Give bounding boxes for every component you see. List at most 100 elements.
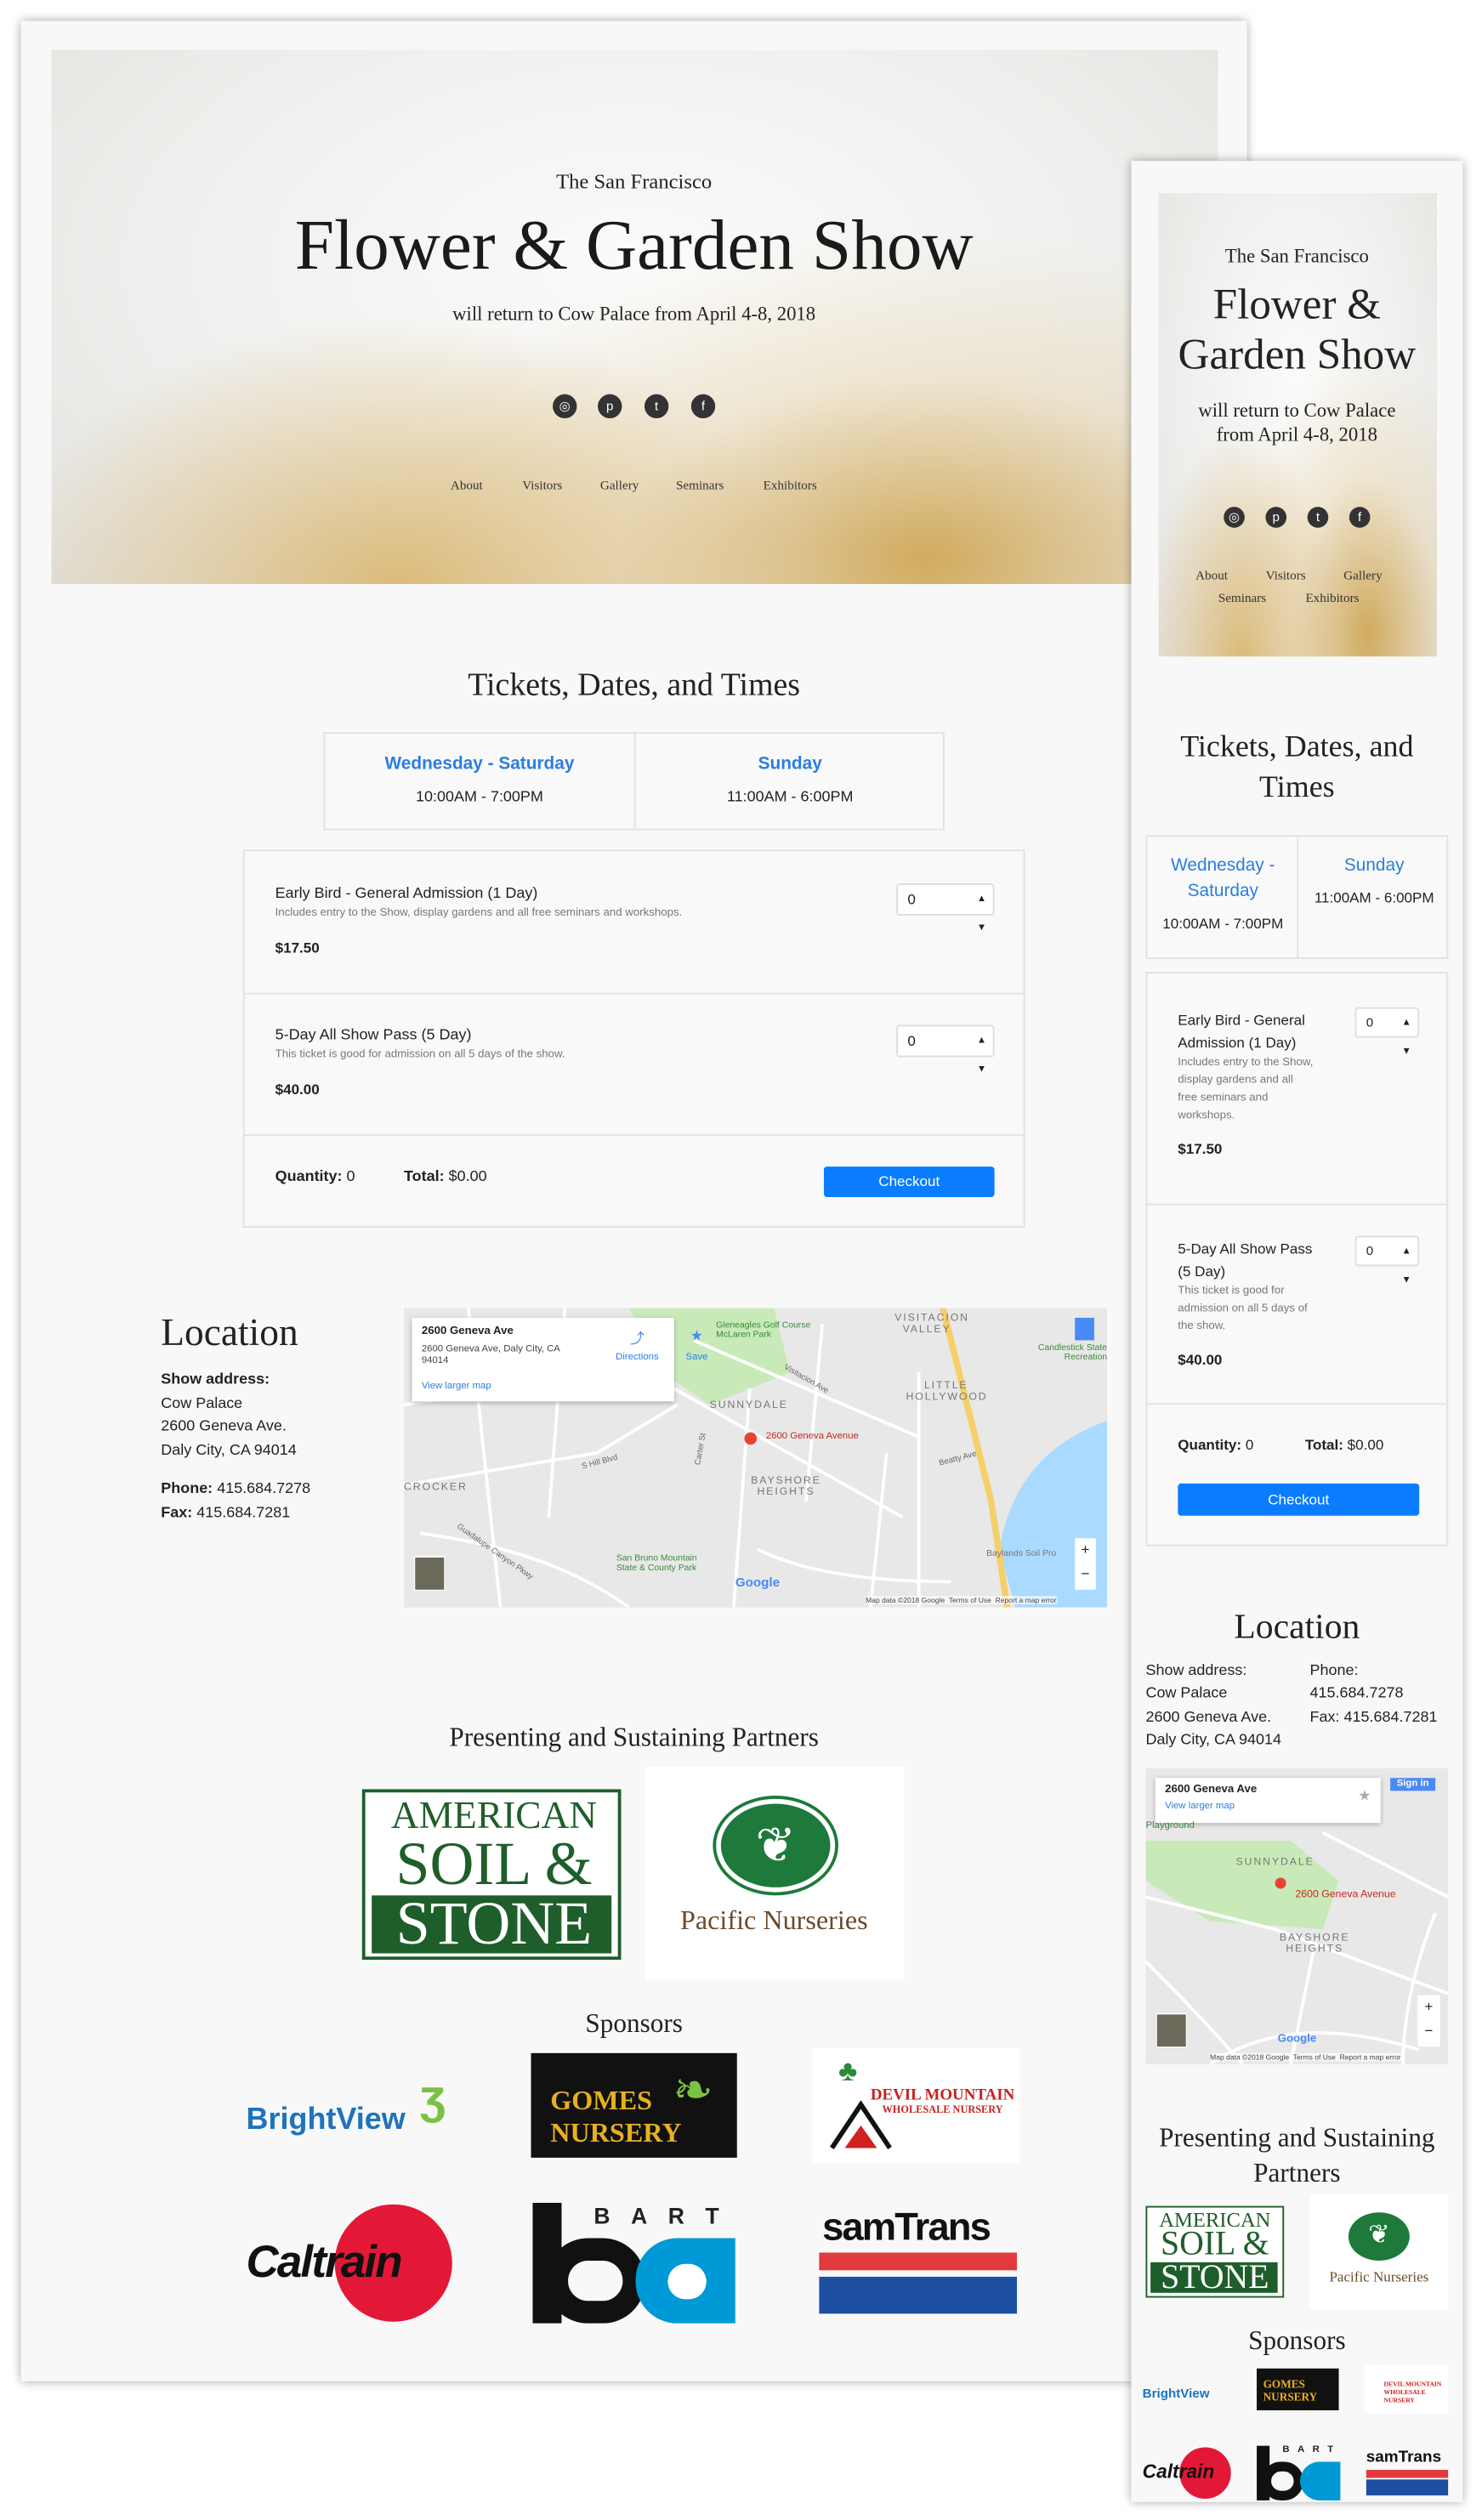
address-line: Daly City, CA 94014 bbox=[1145, 1731, 1282, 1749]
devil-mountain-logo[interactable]: ♣ DEVIL MOUNTAIN WHOLESALE NURSERY bbox=[812, 2048, 1020, 2163]
nav-about[interactable]: About bbox=[451, 478, 483, 492]
map-place-address: 2600 Geneva Ave, Daly City, CA 94014 bbox=[421, 1345, 560, 1366]
map-place-name: 2600 Geneva Ave bbox=[1165, 1784, 1258, 1796]
pinterest-icon[interactable]: p bbox=[1265, 507, 1287, 528]
ticket-desc: Includes entry to the Show, bbox=[1178, 1057, 1314, 1069]
logo-text: DEVIL MOUNTAIN bbox=[870, 2086, 1015, 2105]
facebook-icon[interactable]: f bbox=[1349, 507, 1371, 528]
ticket-name: Admission (1 Day) bbox=[1178, 1034, 1297, 1051]
twitter-icon[interactable]: t bbox=[1307, 507, 1329, 528]
select-value: 0 bbox=[1366, 1243, 1374, 1258]
save-star-icon[interactable]: ★ bbox=[1358, 1788, 1371, 1806]
map-pin-label: 2600 Geneva Avenue bbox=[765, 1432, 859, 1442]
caltrain-logo[interactable]: Caltrain bbox=[1143, 2447, 1231, 2500]
zoom-in-button[interactable]: + bbox=[1075, 1538, 1096, 1562]
dates-days: Sunday bbox=[1343, 855, 1405, 876]
tickets-box: Early Bird - General Admission (1 Day) I… bbox=[242, 849, 1025, 1228]
map-data-text: Map data ©2018 Google bbox=[866, 1596, 945, 1604]
logo-text: samTrans bbox=[822, 2209, 991, 2250]
devil-mountain-logo[interactable]: DEVIL MOUNTAIN WHOLESALE NURSERY bbox=[1364, 2364, 1449, 2414]
nav-seminars[interactable]: Seminars bbox=[1218, 591, 1266, 605]
logo-text: DEVIL MOUNTAIN bbox=[1383, 2380, 1442, 2388]
partners-heading: Presenting and Sustaining Partners bbox=[449, 1721, 819, 1752]
zoom-out-button[interactable]: − bbox=[1417, 2019, 1439, 2043]
report-link[interactable]: Report a map error bbox=[996, 1596, 1057, 1603]
nav-exhibitors[interactable]: Exhibitors bbox=[764, 478, 817, 492]
nav-visitors[interactable]: Visitors bbox=[522, 478, 562, 492]
pacific-nurseries-logo[interactable]: ❦ Pacific Nurseries bbox=[644, 1766, 905, 1981]
logo-text: BrightView bbox=[1142, 2386, 1210, 2401]
instagram-icon[interactable]: ◎ bbox=[553, 394, 577, 419]
partners-heading: Partners bbox=[1253, 2157, 1341, 2188]
pacific-nurseries-logo[interactable]: ❦ Pacific Nurseries bbox=[1309, 2194, 1449, 2309]
select-arrows-icon: ▲ ▼ bbox=[1401, 1018, 1411, 1058]
pinterest-icon[interactable]: p bbox=[598, 394, 622, 419]
leaf-icon: ❦ bbox=[716, 1798, 836, 1893]
map-data-text: Map data ©2018 Google bbox=[1210, 2052, 1290, 2062]
save-star-icon[interactable]: ★ bbox=[690, 1327, 703, 1345]
nav-gallery[interactable]: Gallery bbox=[1343, 568, 1382, 582]
facebook-icon[interactable]: f bbox=[690, 394, 716, 419]
brightview-logo[interactable]: BrightView bbox=[1143, 2372, 1233, 2408]
map-pin-icon[interactable]: ● bbox=[741, 1421, 759, 1455]
twitter-icon[interactable]: t bbox=[644, 394, 669, 419]
dates-hours: 11:00AM - 6:00PM bbox=[1314, 889, 1434, 906]
nav-exhibitors[interactable]: Exhibitors bbox=[1305, 591, 1359, 605]
logo-text: GOMES bbox=[550, 2085, 653, 2116]
logo-text: NURSERY bbox=[550, 2117, 682, 2148]
map-pin-icon[interactable]: ● bbox=[1273, 1870, 1288, 1899]
save-button[interactable]: Save bbox=[686, 1354, 708, 1363]
bart-logo[interactable]: BART bbox=[1257, 2445, 1341, 2500]
map-info-card: 2600 Geneva Ave View larger map ★ bbox=[1155, 1778, 1381, 1824]
caltrain-logo[interactable]: Caltrain bbox=[247, 2204, 454, 2322]
view-larger-map-link[interactable]: View larger map bbox=[422, 1382, 491, 1392]
ticket-quantity-select[interactable]: 0 ▲ ▼ bbox=[896, 883, 995, 934]
checkout-button[interactable]: Checkout bbox=[1178, 1483, 1420, 1516]
report-link[interactable]: Report a map error bbox=[1340, 2053, 1401, 2061]
ticket-name: 5-Day All Show Pass bbox=[1178, 1240, 1313, 1257]
map-label: CROCKER bbox=[404, 1481, 468, 1494]
sign-in-button[interactable]: Sign in bbox=[1390, 1778, 1436, 1791]
american-soil-stone-logo[interactable]: AMERICAN SOIL & STONE bbox=[361, 1789, 622, 1961]
gomes-nursery-logo[interactable]: GOMES NURSERY bbox=[1257, 2368, 1339, 2410]
terms-link[interactable]: Terms of Use bbox=[1293, 2053, 1336, 2061]
ticket-quantity-select[interactable]: 0 ▲ ▼ bbox=[896, 1024, 995, 1075]
american-soil-stone-logo[interactable]: AMERICAN SOIL & STONE bbox=[1145, 2205, 1285, 2298]
nav-visitors[interactable]: Visitors bbox=[1266, 568, 1306, 582]
street-view-pegman-icon[interactable] bbox=[1075, 1317, 1094, 1341]
samtrans-logo[interactable]: samTrans bbox=[819, 2209, 1018, 2314]
zoom-controls[interactable]: + − bbox=[1075, 1538, 1096, 1590]
ticket-quantity-select[interactable]: 0 ▲ ▼ bbox=[1354, 1235, 1420, 1286]
zoom-out-button[interactable]: − bbox=[1075, 1563, 1096, 1586]
fax-label: Fax: bbox=[161, 1503, 193, 1522]
nav-about[interactable]: About bbox=[1195, 568, 1228, 582]
bart-logo[interactable]: BART bbox=[532, 2202, 735, 2324]
gomes-nursery-logo[interactable]: GOMES NURSERY ❧ bbox=[531, 2052, 737, 2158]
ticket-quantity-select[interactable]: 0 ▲ ▼ bbox=[1354, 1007, 1420, 1057]
zoom-in-button[interactable]: + bbox=[1417, 1995, 1439, 2019]
logo-text: BART bbox=[593, 2202, 735, 2229]
brightview-logo[interactable]: BrightView ʒ bbox=[247, 2071, 456, 2143]
map-footer: Map data ©2018 Google Terms of Use Repor… bbox=[1210, 2052, 1401, 2062]
ticket-price: $17.50 bbox=[275, 939, 320, 956]
google-map[interactable]: 2600 Geneva Ave View larger map ★ Sign i… bbox=[1145, 1768, 1449, 2065]
instagram-icon[interactable]: ◎ bbox=[1224, 507, 1245, 528]
directions-icon[interactable]: ⤴ bbox=[630, 1327, 644, 1348]
phone-label: Phone: bbox=[1309, 1661, 1359, 1680]
checkout-button[interactable]: Checkout bbox=[823, 1166, 995, 1198]
hero-subtitle: will return to Cow Palace bbox=[1198, 399, 1396, 422]
ticket-name: 5-Day All Show Pass (5 Day) bbox=[275, 1026, 472, 1045]
hero-subtitle: will return to Cow Palace from April 4-8… bbox=[452, 302, 816, 326]
phone-label: Phone: bbox=[161, 1480, 213, 1498]
samtrans-logo[interactable]: samTrans bbox=[1366, 2450, 1449, 2496]
location-info: Show address: Cow Palace 2600 Geneva Ave… bbox=[161, 1370, 310, 1526]
view-larger-map-link[interactable]: View larger map bbox=[1165, 1802, 1235, 1812]
satellite-toggle[interactable] bbox=[1155, 2012, 1188, 2049]
google-map[interactable]: 2600 Geneva Ave 2600 Geneva Ave, Daly Ci… bbox=[404, 1308, 1108, 1608]
zoom-controls[interactable]: + − bbox=[1417, 1995, 1440, 2047]
terms-link[interactable]: Terms of Use bbox=[949, 1596, 991, 1603]
satellite-toggle[interactable] bbox=[413, 1556, 446, 1592]
directions-button[interactable]: Directions bbox=[616, 1354, 659, 1363]
nav-gallery[interactable]: Gallery bbox=[600, 478, 639, 492]
nav-seminars[interactable]: Seminars bbox=[676, 478, 724, 492]
